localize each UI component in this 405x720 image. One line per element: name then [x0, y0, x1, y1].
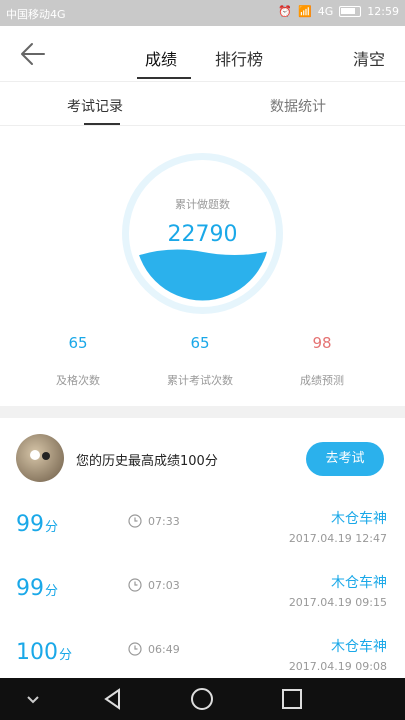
- score-unit: 分: [59, 648, 73, 663]
- stat-pass-count: 65 及格次数: [18, 334, 138, 388]
- score-value: 100: [16, 640, 58, 665]
- duration-text: 07:03: [148, 578, 180, 592]
- score-unit: 分: [45, 584, 59, 599]
- stat-label: 累计考试次数: [167, 374, 233, 387]
- system-nav-bar: [0, 678, 405, 720]
- list-item[interactable]: 99分 07:33 木仓车神 2017.04.19 12:47: [0, 498, 405, 562]
- stat-label: 及格次数: [56, 374, 100, 387]
- total-questions-value: 22790: [167, 222, 238, 247]
- nav-back-icon[interactable]: [100, 686, 126, 712]
- record-score: 99分: [16, 576, 58, 601]
- best-score-text: 您的历史最高成绩100分: [76, 454, 218, 469]
- clear-button[interactable]: 清空: [353, 46, 385, 70]
- stat-exam-count: 65 累计考试次数: [140, 334, 260, 388]
- section-divider: [0, 406, 405, 418]
- record-score: 99分: [16, 512, 58, 537]
- wifi-icon: 📶: [298, 5, 312, 18]
- stats-section: 累计做题数 22790 65 及格次数 65 累计考试次数 98 成绩预测: [0, 126, 405, 406]
- record-date: 2017.04.19 12:47: [288, 532, 387, 545]
- nav-recent-icon[interactable]: [279, 686, 305, 712]
- record-name: 木仓车神: [331, 639, 387, 655]
- tab-score[interactable]: 成绩: [145, 46, 177, 70]
- record-duration: 06:49: [128, 642, 180, 656]
- duration-text: 07:33: [148, 514, 180, 528]
- stat-value: 65: [190, 334, 210, 352]
- tab-score-indicator: [137, 77, 191, 79]
- record-duration: 07:03: [128, 578, 180, 592]
- tab-data-stats[interactable]: 数据统计: [270, 96, 326, 116]
- stat-value: 98: [312, 334, 332, 352]
- avatar[interactable]: [16, 434, 64, 482]
- network-label: 4G: [317, 5, 334, 18]
- clock-icon: [128, 642, 142, 656]
- top-header: 成绩 排行榜 清空: [0, 26, 405, 82]
- tab-ranking[interactable]: 排行榜: [215, 46, 263, 70]
- duration-text: 06:49: [148, 642, 180, 656]
- nav-home-icon[interactable]: [189, 686, 215, 712]
- back-arrow-icon: [21, 43, 45, 65]
- sub-tabs: 考试记录 数据统计: [0, 82, 405, 126]
- go-exam-button[interactable]: 去考试: [306, 442, 384, 476]
- status-bar: 中国移动4G ⏰ 📶 4G 12:59: [0, 0, 405, 26]
- battery-icon: [339, 6, 362, 17]
- stat-score-prediction: 98 成绩预测: [262, 334, 382, 388]
- list-item[interactable]: 99分 07:03 木仓车神 2017.04.19 09:15: [0, 562, 405, 626]
- nav-collapse-icon[interactable]: [20, 686, 46, 712]
- record-score: 100分: [16, 640, 72, 665]
- carrier-text: 中国移动4G: [6, 8, 66, 21]
- stat-label: 成绩预测: [300, 374, 344, 387]
- clock-icon: [128, 578, 142, 592]
- record-duration: 07:33: [128, 514, 180, 528]
- record-name: 木仓车神: [331, 511, 387, 527]
- exam-records-indicator: [84, 123, 120, 125]
- status-icons: ⏰ 📶 4G 12:59: [278, 5, 399, 18]
- best-score-row: 您的历史最高成绩100分 去考试: [0, 418, 405, 498]
- total-questions-label: 累计做题数: [175, 198, 230, 211]
- score-value: 99: [16, 512, 44, 537]
- score-unit: 分: [45, 520, 59, 535]
- record-date: 2017.04.19 09:08: [288, 660, 387, 673]
- stat-value: 65: [68, 334, 88, 352]
- clock-time: 12:59: [367, 5, 399, 18]
- clock-icon: [128, 514, 142, 528]
- record-date: 2017.04.19 09:15: [288, 596, 387, 609]
- tab-exam-records[interactable]: 考试记录: [67, 96, 123, 116]
- alarm-icon: ⏰: [278, 5, 293, 18]
- record-name: 木仓车神: [331, 575, 387, 591]
- score-value: 99: [16, 576, 44, 601]
- back-button[interactable]: [18, 40, 48, 68]
